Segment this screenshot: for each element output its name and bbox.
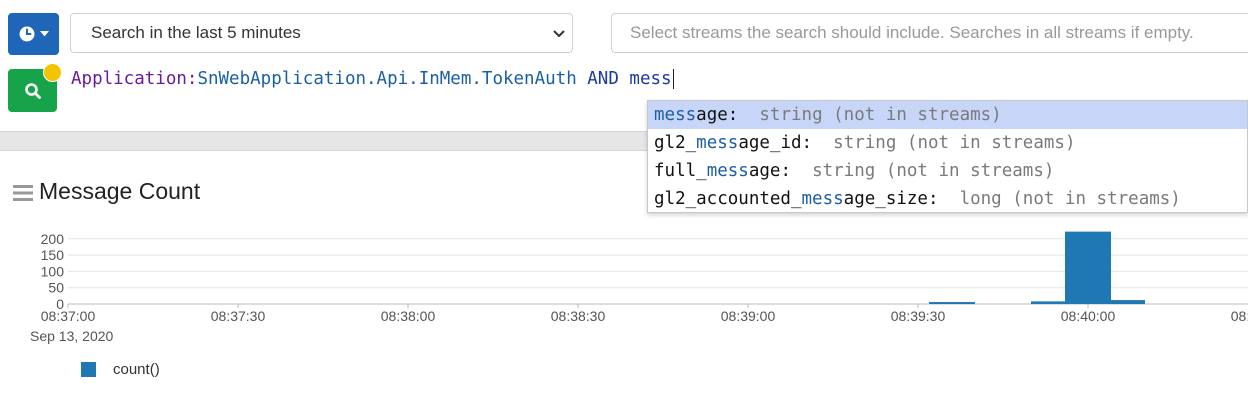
y-tick-label: 200 bbox=[41, 231, 65, 247]
drag-handle-icon[interactable] bbox=[13, 184, 33, 202]
autocomplete-item[interactable]: gl2_message_id: string (not in streams) bbox=[648, 129, 1247, 157]
text-cursor bbox=[672, 69, 674, 89]
x-tick-label: 08:39:00 bbox=[721, 308, 776, 324]
clock-icon bbox=[19, 26, 34, 42]
bar bbox=[929, 302, 975, 304]
y-tick-label: 50 bbox=[48, 280, 64, 296]
caret-down-icon bbox=[39, 31, 49, 37]
query-operator-token: AND bbox=[576, 69, 630, 89]
query-input[interactable]: Application:SnWebApplication.Api.InMem.T… bbox=[71, 67, 674, 91]
autocomplete-dropdown: message: string (not in streams) gl2_mes… bbox=[647, 100, 1248, 213]
autocomplete-item[interactable]: gl2_accounted_message_size: long (not in… bbox=[648, 185, 1247, 213]
x-tick-label: 08:40:00 bbox=[1061, 308, 1116, 324]
query-value-token: SnWebApplication.Api.InMem.TokenAuth bbox=[197, 69, 577, 89]
y-tick-label: 150 bbox=[41, 247, 65, 263]
time-range-value: Search in the last 5 minutes bbox=[91, 23, 301, 42]
time-range-select[interactable]: Search in the last 5 minutes bbox=[70, 13, 573, 53]
streams-placeholder: Select streams the search should include… bbox=[630, 23, 1194, 42]
bar bbox=[1065, 231, 1111, 304]
x-date-label: Sep 13, 2020 bbox=[30, 328, 114, 344]
bar bbox=[1099, 300, 1145, 304]
legend-label[interactable]: count() bbox=[113, 361, 160, 378]
autocomplete-item[interactable]: message: string (not in streams) bbox=[648, 101, 1247, 129]
time-range-type-button[interactable] bbox=[8, 13, 59, 55]
x-tick-label: 08:39:30 bbox=[891, 308, 946, 324]
query-field-token: Application: bbox=[71, 69, 198, 89]
query-typed-token: mess bbox=[629, 69, 672, 89]
x-tick-label: 08:37:00 bbox=[41, 308, 96, 324]
x-tick-label: 08:40:30 bbox=[1231, 308, 1248, 324]
streams-select[interactable]: Select streams the search should include… bbox=[611, 13, 1248, 53]
autocomplete-item[interactable]: full_message: string (not in streams) bbox=[648, 157, 1247, 185]
x-tick-label: 08:37:30 bbox=[211, 308, 266, 324]
message-count-chart: 05010015020008:37:00 08:37:30 08:38:00 08:3… bbox=[30, 231, 1248, 344]
query-changed-indicator bbox=[43, 63, 62, 82]
y-tick-label: 100 bbox=[41, 263, 65, 279]
widget-title: Message Count bbox=[39, 178, 201, 204]
x-tick-label: 08:38:30 bbox=[551, 308, 606, 324]
legend-swatch[interactable] bbox=[81, 362, 96, 377]
x-tick-label: 08:38:00 bbox=[381, 308, 436, 324]
search-icon bbox=[24, 82, 41, 99]
chevron-down-icon bbox=[553, 30, 565, 38]
